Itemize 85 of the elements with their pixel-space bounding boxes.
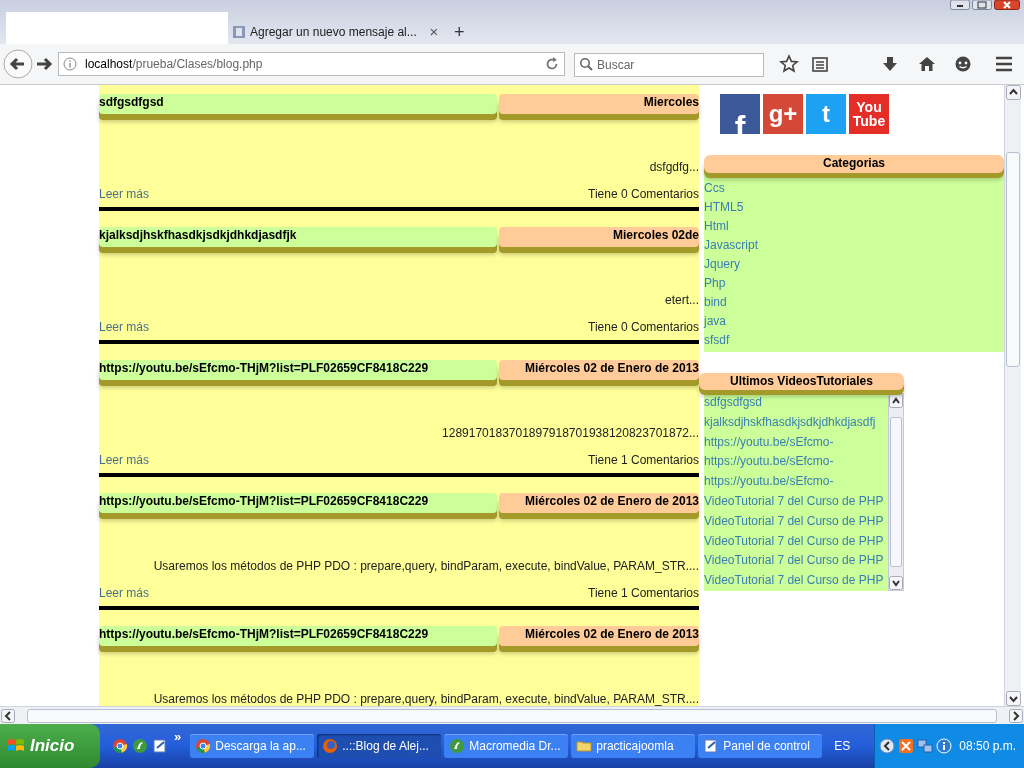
folder-icon xyxy=(576,738,593,754)
comments-count: Tiene 0 Comentarios xyxy=(588,320,699,334)
app-tray-icon[interactable] xyxy=(898,738,915,754)
video-link[interactable]: VideoTutorial 7 del Curso de PHP xyxy=(704,533,884,548)
scroll-down-icon[interactable] xyxy=(889,576,903,590)
category-link[interactable]: Html xyxy=(704,219,729,233)
back-icon[interactable] xyxy=(3,49,33,79)
scroll-up-icon[interactable] xyxy=(889,394,903,408)
social-link[interactable]: g+ xyxy=(763,94,803,134)
post-excerpt: Usaremos los métodos de PHP PDO : prepare,query, bindParam, execute, bindValue, PARAM_STR.... xyxy=(153,559,699,573)
video-link[interactable]: https://youtu.be/sEfcmo- xyxy=(704,434,834,449)
search-field[interactable]: Buscar xyxy=(574,53,764,77)
network-icon[interactable] xyxy=(917,738,934,754)
category-link[interactable]: bind xyxy=(704,295,727,309)
video-link[interactable]: https://youtu.be/sEfcmo- xyxy=(704,454,834,469)
social-link[interactable]: You Tube xyxy=(849,94,889,134)
minimize-icon[interactable] xyxy=(950,0,970,10)
post-excerpt: Usaremos los métodos de PHP PDO : prepare,query, bindParam, execute, bindValue, PARAM_STR.... xyxy=(153,692,699,706)
close-icon[interactable] xyxy=(994,0,1020,10)
category-link[interactable]: Javascript xyxy=(704,238,759,252)
taskbar-button[interactable]: practicajoomla xyxy=(571,734,696,758)
video-link[interactable]: sdfgsdfgsd xyxy=(704,395,763,409)
dreamweaver-icon[interactable] xyxy=(132,738,148,754)
scroll-thumb[interactable] xyxy=(27,708,997,723)
new-tab-button[interactable]: + xyxy=(454,20,465,44)
menu-icon[interactable] xyxy=(995,56,1013,72)
category-link[interactable]: sfsdf xyxy=(704,333,730,347)
video-link[interactable]: https://youtu.be/sEfcmo- xyxy=(704,474,834,489)
page-scrollbar[interactable] xyxy=(1004,85,1021,706)
browser-tab[interactable]: Agregar un nuevo mensaje al... xyxy=(228,20,428,44)
taskbar-button[interactable]: Descarga la ap... xyxy=(190,734,315,758)
taskbar-button[interactable]: Macromedia Dr... xyxy=(444,734,569,758)
horizontal-scrollbar[interactable] xyxy=(0,706,1024,724)
smiley-icon[interactable] xyxy=(954,55,972,73)
video-link[interactable]: VideoTutorial 7 del Curso de PHP xyxy=(704,553,884,568)
category-link[interactable]: java xyxy=(704,314,726,328)
video-link[interactable]: VideoTutorial 7 del Curso de PHP xyxy=(704,513,884,528)
scroll-thumb[interactable] xyxy=(890,417,902,567)
category-link[interactable]: HTML5 xyxy=(704,200,744,214)
comments-count: Tiene 0 Comentarios xyxy=(588,187,699,201)
post-excerpt: etert... xyxy=(665,293,699,307)
page-icon xyxy=(232,25,246,39)
url-text: localhost/prueba/Clases/blog.php xyxy=(85,56,264,73)
scroll-up-icon[interactable] xyxy=(1005,85,1021,100)
search-icon xyxy=(579,57,593,71)
video-link[interactable]: VideoTutorial 7 del Curso de PHP xyxy=(704,573,884,588)
control-panel-icon xyxy=(703,738,720,754)
scroll-right-icon[interactable] xyxy=(1009,708,1023,723)
more-button[interactable]: » xyxy=(174,727,182,747)
video-link[interactable]: kjalksdjhskfhasdkjsdkjdhkdjasdfj xyxy=(704,414,876,429)
social-link[interactable]: t xyxy=(806,94,846,134)
read-more-link[interactable]: Leer más xyxy=(99,453,150,467)
reload-icon[interactable] xyxy=(544,56,560,72)
home-icon[interactable] xyxy=(918,55,936,73)
comments-count: Tiene 1 Comentarios xyxy=(588,453,699,467)
scroll-down-icon[interactable] xyxy=(1005,691,1021,706)
reading-list-icon[interactable] xyxy=(811,55,829,73)
download-icon[interactable] xyxy=(881,55,899,73)
show-hidden-icon[interactable] xyxy=(879,738,896,754)
post-excerpt: dsfgdfg... xyxy=(649,160,699,174)
taskbar-button[interactable]: Panel de control xyxy=(698,734,823,758)
firefox-icon xyxy=(322,738,339,754)
address-field[interactable]: localhost/prueba/Clases/blog.php xyxy=(58,52,565,76)
info-icon[interactable] xyxy=(63,57,77,71)
scroll-thumb[interactable] xyxy=(1006,152,1020,367)
language-indicator[interactable]: ES xyxy=(834,737,851,755)
read-more-link[interactable]: Leer más xyxy=(99,187,150,201)
video-link[interactable]: VideoTutorial 7 del Curso de PHP xyxy=(704,494,884,508)
comments-count: Tiene 1 Comentarios xyxy=(588,586,699,600)
list-scrollbar[interactable] xyxy=(888,393,904,591)
chrome-icon xyxy=(195,738,212,754)
close-tab-button[interactable]: × xyxy=(428,20,440,44)
dreamweaver-icon xyxy=(449,738,466,754)
bookmark-star-icon[interactable] xyxy=(779,54,799,74)
taskbar-button[interactable]: ..::Blog de Alej... xyxy=(317,734,442,758)
category-link[interactable]: Php xyxy=(704,276,726,290)
category-link[interactable]: Ccs xyxy=(704,181,725,195)
read-more-link[interactable]: Leer más xyxy=(99,586,150,600)
start-button[interactable]: Inicio xyxy=(0,724,100,768)
read-more-link[interactable]: Leer más xyxy=(99,320,150,334)
category-link[interactable]: Jquery xyxy=(704,257,741,271)
chrome-icon[interactable] xyxy=(112,738,128,754)
clock: 08:50 p.m. xyxy=(959,738,1016,755)
scroll-left-icon[interactable] xyxy=(1,708,15,723)
post-excerpt: 1289170183701897918701938120823701872... xyxy=(442,426,699,440)
